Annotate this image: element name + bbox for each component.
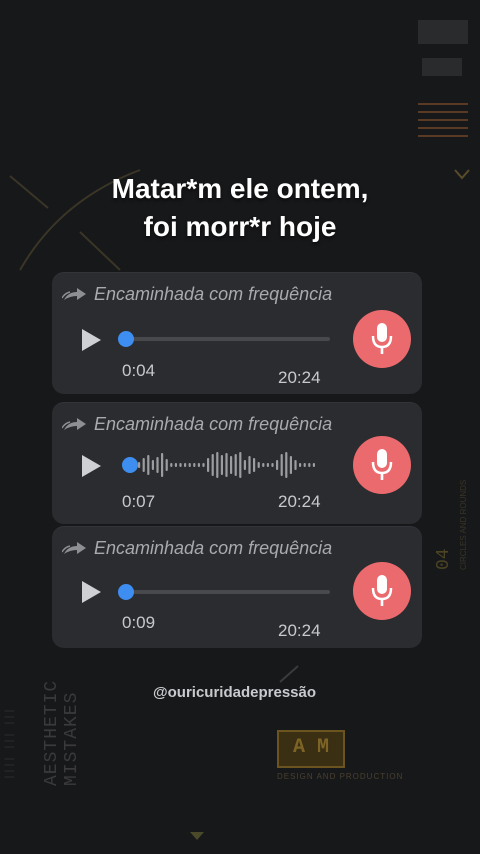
waveform-bar — [202, 463, 205, 467]
mic-icon — [371, 575, 393, 606]
voice-message[interactable]: Encaminhada com frequência 0:09 20:24 — [52, 526, 422, 648]
message-time: 20:24 — [278, 492, 321, 511]
audio-progress-track[interactable] — [124, 590, 330, 594]
waveform-bar — [216, 452, 219, 478]
waveform-bar — [151, 460, 154, 470]
audio-duration: 0:09 — [122, 613, 156, 632]
play-icon[interactable] — [80, 454, 102, 478]
logo-subtitle: DESIGN AND PRODUCTION — [277, 772, 404, 781]
waveform-bar — [243, 460, 246, 470]
waveform-bar — [285, 452, 288, 478]
waveform-bar — [239, 452, 242, 478]
mic-avatar — [353, 436, 411, 494]
waveform-bar — [142, 458, 145, 472]
mic-icon — [371, 449, 393, 480]
waveform-bar — [138, 462, 141, 468]
forwarded-label: Encaminhada com frequência — [62, 536, 332, 560]
mic-avatar — [353, 310, 411, 368]
waveform-bar — [294, 460, 297, 470]
message-time: 20:24 — [278, 368, 321, 387]
waveform-bar — [193, 463, 196, 467]
waveform-bar — [308, 463, 311, 467]
waveform-bar — [280, 454, 283, 476]
waveform-bar — [161, 453, 164, 477]
waveform-bar — [289, 456, 292, 474]
audio-progress-handle[interactable] — [118, 331, 134, 347]
svg-text:CIRCLES AND ROUNDS: CIRCLES AND ROUNDS — [459, 480, 468, 570]
voice-message[interactable]: Encaminhada com frequência 0:04 20:24 — [52, 272, 422, 394]
waveform-bar — [234, 454, 237, 476]
waveform-bar — [253, 458, 256, 472]
waveform-bar — [197, 463, 200, 467]
waveform-bar — [312, 463, 315, 467]
am-logo: A M — [277, 730, 345, 768]
waveform-bar — [271, 463, 274, 467]
waveform-bar — [248, 456, 251, 474]
forwarded-label: Encaminhada com frequência — [62, 282, 332, 306]
audio-progress-track[interactable] — [124, 337, 330, 341]
audio-duration: 0:04 — [122, 361, 156, 380]
audio-progress-handle[interactable] — [118, 584, 134, 600]
play-icon[interactable] — [80, 580, 102, 604]
forward-icon — [62, 542, 86, 554]
svg-text:04: 04 — [434, 548, 454, 570]
mic-avatar — [353, 562, 411, 620]
waveform-bar — [207, 458, 210, 472]
watermark-handle: @ouricuridadepressão — [153, 684, 317, 701]
forward-icon — [62, 288, 86, 300]
waveform-bar — [170, 463, 173, 467]
mic-icon — [371, 323, 393, 354]
play-icon[interactable] — [80, 328, 102, 352]
forwarded-label: Encaminhada com frequência — [62, 412, 332, 436]
caption: Matar*m ele ontem, foi morr*r hoje — [0, 170, 480, 246]
waveform-bar — [299, 463, 302, 467]
waveform-bar — [220, 455, 223, 475]
waveform-bar — [303, 463, 306, 467]
svg-text:AESTHETIC: AESTHETIC — [42, 680, 62, 786]
aesthetic-mistakes-watermark: AESTHETIC MISTAKES — [42, 680, 82, 786]
svg-text:|||| ||| |||: |||| ||| ||| — [4, 708, 16, 780]
waveform-bar — [230, 456, 233, 474]
waveform-bar — [266, 463, 269, 467]
svg-text:MISTAKES: MISTAKES — [62, 692, 82, 786]
waveform-bar — [147, 455, 150, 475]
waveform-bar — [262, 463, 265, 467]
waveform-bar — [211, 454, 214, 476]
voice-message[interactable]: Encaminhada com frequência 0:07 20:24 — [52, 402, 422, 524]
waveform-bar — [184, 463, 187, 467]
caption-line-1: Matar*m ele ontem, — [111, 173, 369, 204]
waveform-bar — [276, 460, 279, 470]
audio-waveform[interactable] — [134, 448, 334, 482]
audio-duration: 0:07 — [122, 492, 156, 511]
waveform-bar — [257, 462, 260, 468]
waveform-bar — [156, 457, 159, 473]
forward-icon — [62, 418, 86, 430]
waveform-bar — [165, 459, 168, 471]
waveform-bar — [179, 463, 182, 467]
waveform-bar — [174, 463, 177, 467]
caption-line-2: foi morr*r hoje — [143, 211, 337, 242]
side-watermark: 04 CIRCLES AND ROUNDS — [434, 480, 468, 570]
message-time: 20:24 — [278, 621, 321, 640]
waveform-bar — [188, 463, 191, 467]
waveform-bar — [225, 453, 228, 477]
